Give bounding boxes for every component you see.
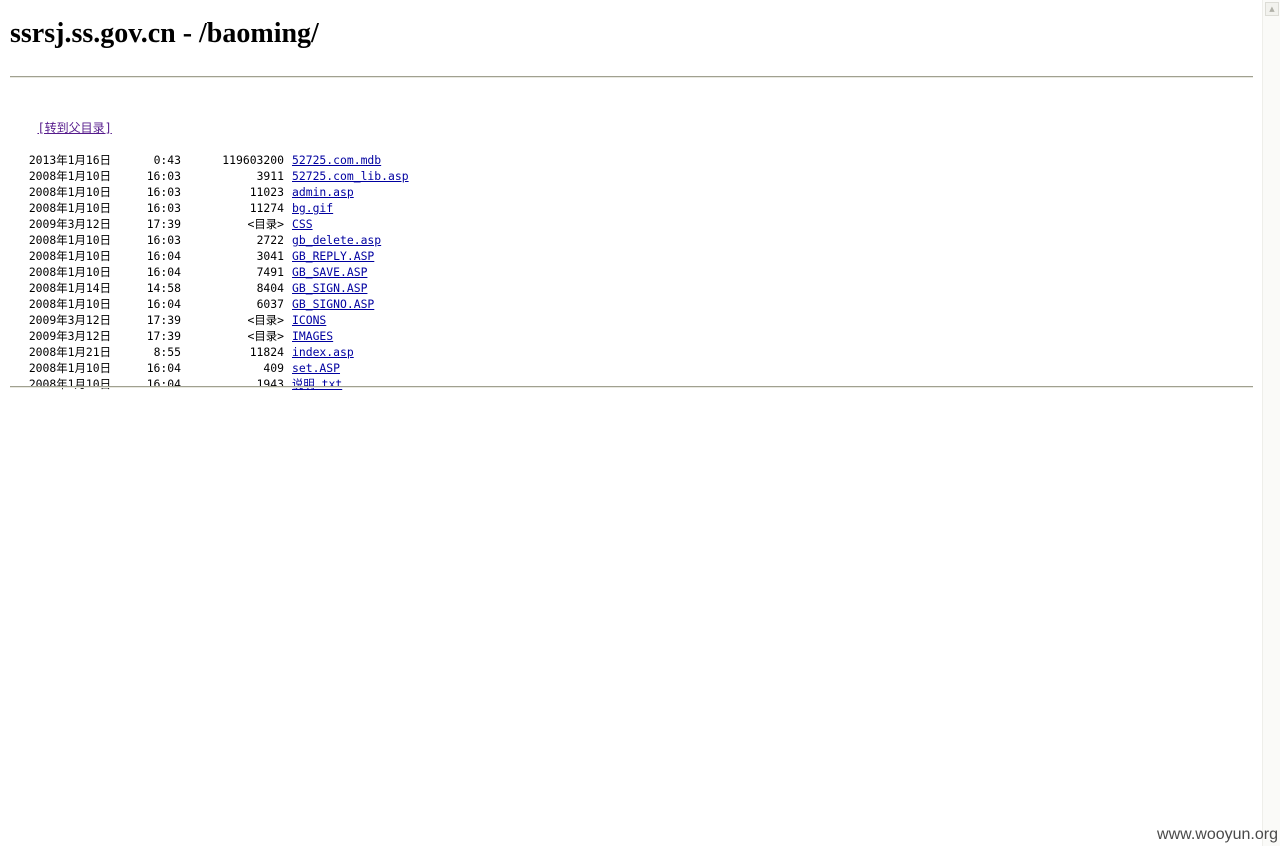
entry-name-cell: 52725.com_lib.asp xyxy=(292,168,409,184)
entry-name-cell: ICONS xyxy=(292,312,326,328)
entry-time: 17:39 xyxy=(146,313,181,327)
entry-size: <目录> xyxy=(247,313,285,327)
file-entry-row: 2008年1月10日 16:04 1943 说明.txt xyxy=(10,376,409,392)
entry-time: 8:55 xyxy=(153,345,181,359)
entry-size: 8404 xyxy=(256,281,284,295)
file-rows: 2013年1月16日 0:43 119603200 52725.com.mdb 2008… xyxy=(10,152,409,392)
entry-date: 2008年1月10日 xyxy=(28,233,111,247)
file-entry-row: 2008年1月10日 16:03 3911 52725.com_lib.asp xyxy=(10,168,409,184)
entry-date: 2008年1月10日 xyxy=(28,265,111,279)
entry-size: 2722 xyxy=(256,233,284,247)
file-link[interactable]: index.asp xyxy=(292,345,354,359)
entry-name-cell: CSS xyxy=(292,216,313,232)
file-entry-row: 2008年1月10日 16:04 409 set.ASP xyxy=(10,360,409,376)
entry-time: 16:03 xyxy=(146,233,181,247)
file-entry-row: 2008年1月21日 8:55 11824 index.asp xyxy=(10,344,409,360)
entry-time: 16:03 xyxy=(146,169,181,183)
entry-date: 2008年1月10日 xyxy=(28,169,111,183)
watermark-text: www.wooyun.org xyxy=(1157,826,1278,843)
entry-time: 16:04 xyxy=(146,361,181,375)
entry-date: 2008年1月10日 xyxy=(28,249,111,263)
file-entry-row: 2008年1月10日 16:03 2722 gb_delete.asp xyxy=(10,232,409,248)
entry-time: 17:39 xyxy=(146,217,181,231)
entry-name-cell: GB_SIGNO.ASP xyxy=(292,296,374,312)
entry-name-cell: IMAGES xyxy=(292,328,333,344)
entry-date: 2008年1月14日 xyxy=(28,281,111,295)
entry-name-cell: GB_REPLY.ASP xyxy=(292,248,374,264)
entry-size: 6037 xyxy=(256,297,284,311)
entry-size: 3041 xyxy=(256,249,284,263)
file-entry-row: 2008年1月10日 16:04 6037 GB_SIGNO.ASP xyxy=(10,296,409,312)
file-entry-row: 2008年1月10日 16:04 7491 GB_SAVE.ASP xyxy=(10,264,409,280)
top-divider xyxy=(10,76,1253,78)
file-link[interactable]: GB_REPLY.ASP xyxy=(292,249,374,263)
vertical-scrollbar[interactable]: ▲ xyxy=(1262,0,1280,846)
entry-size: 1943 xyxy=(256,377,284,391)
entry-size: 11274 xyxy=(249,201,284,215)
entry-size: 409 xyxy=(263,361,284,375)
file-link[interactable]: 说明.txt xyxy=(292,377,342,391)
entry-date: 2008年1月10日 xyxy=(28,377,111,391)
bottom-divider xyxy=(10,386,1253,388)
file-link[interactable]: GB_SIGNO.ASP xyxy=(292,297,374,311)
entry-date: 2009年3月12日 xyxy=(28,329,111,343)
entry-name-cell: 52725.com.mdb xyxy=(292,152,381,168)
file-link[interactable]: set.ASP xyxy=(292,361,340,375)
entry-date: 2008年1月10日 xyxy=(28,201,111,215)
entry-size: 11824 xyxy=(249,345,284,359)
entry-time: 16:04 xyxy=(146,249,181,263)
file-link[interactable]: GB_SIGN.ASP xyxy=(292,281,367,295)
file-entry-row: 2008年1月10日 16:03 11023 admin.asp xyxy=(10,184,409,200)
file-entry-row: 2013年1月16日 0:43 119603200 52725.com.mdb xyxy=(10,152,409,168)
entry-size: <目录> xyxy=(247,329,285,343)
entry-date: 2008年1月10日 xyxy=(28,297,111,311)
parent-directory-link[interactable]: [转到父目录] xyxy=(37,120,111,136)
file-entry-row: 2008年1月14日 14:58 8404 GB_SIGN.ASP xyxy=(10,280,409,296)
file-link[interactable]: bg.gif xyxy=(292,201,333,215)
entry-time: 16:04 xyxy=(146,265,181,279)
file-link[interactable]: 52725.com.mdb xyxy=(292,153,381,167)
entry-size: 11023 xyxy=(249,185,284,199)
entry-date: 2008年1月21日 xyxy=(28,345,111,359)
entry-name-cell: set.ASP xyxy=(292,360,340,376)
entry-name-cell: bg.gif xyxy=(292,200,333,216)
file-link[interactable]: admin.asp xyxy=(292,185,354,199)
file-link[interactable]: ICONS xyxy=(292,313,326,327)
entry-size: 7491 xyxy=(256,265,284,279)
entry-date: 2008年1月10日 xyxy=(28,185,111,199)
entry-size: 3911 xyxy=(256,169,284,183)
entry-date: 2009年3月12日 xyxy=(28,313,111,327)
file-link[interactable]: gb_delete.asp xyxy=(292,233,381,247)
file-listing: [转到父目录] 2013年1月16日 0:43 119603200 52725.com… xyxy=(10,104,409,424)
entry-time: 16:04 xyxy=(146,377,181,391)
entry-time: 16:03 xyxy=(146,201,181,215)
entry-name-cell: gb_delete.asp xyxy=(292,232,381,248)
entry-time: 17:39 xyxy=(146,329,181,343)
entry-name-cell: GB_SIGN.ASP xyxy=(292,280,367,296)
entry-date: 2008年1月10日 xyxy=(28,361,111,375)
entry-time: 16:03 xyxy=(146,185,181,199)
file-link[interactable]: IMAGES xyxy=(292,329,333,343)
entry-size: 119603200 xyxy=(222,153,284,167)
entry-time: 14:58 xyxy=(146,281,181,295)
file-link[interactable]: 52725.com_lib.asp xyxy=(292,169,409,183)
entry-date: 2009年3月12日 xyxy=(28,217,111,231)
entry-time: 0:43 xyxy=(153,153,181,167)
entry-name-cell: GB_SAVE.ASP xyxy=(292,264,367,280)
entry-time: 16:04 xyxy=(146,297,181,311)
entry-name-cell: index.asp xyxy=(292,344,354,360)
file-link[interactable]: CSS xyxy=(292,217,313,231)
scroll-up-icon[interactable]: ▲ xyxy=(1265,2,1279,16)
file-link[interactable]: GB_SAVE.ASP xyxy=(292,265,367,279)
file-entry-row: 2009年3月12日 17:39 <目录> IMAGES xyxy=(10,328,409,344)
entry-date: 2013年1月16日 xyxy=(28,153,111,167)
entry-name-cell: 说明.txt xyxy=(292,376,342,392)
entry-size: <目录> xyxy=(247,217,285,231)
entry-name-cell: admin.asp xyxy=(292,184,354,200)
file-entry-row: 2008年1月10日 16:03 11274 bg.gif xyxy=(10,200,409,216)
file-entry-row: 2008年1月10日 16:04 3041 GB_REPLY.ASP xyxy=(10,248,409,264)
file-entry-row: 2009年3月12日 17:39 <目录> CSS xyxy=(10,216,409,232)
page-title: ssrsj.ss.gov.cn - /baoming/ xyxy=(10,18,319,49)
file-entry-row: 2009年3月12日 17:39 <目录> ICONS xyxy=(10,312,409,328)
